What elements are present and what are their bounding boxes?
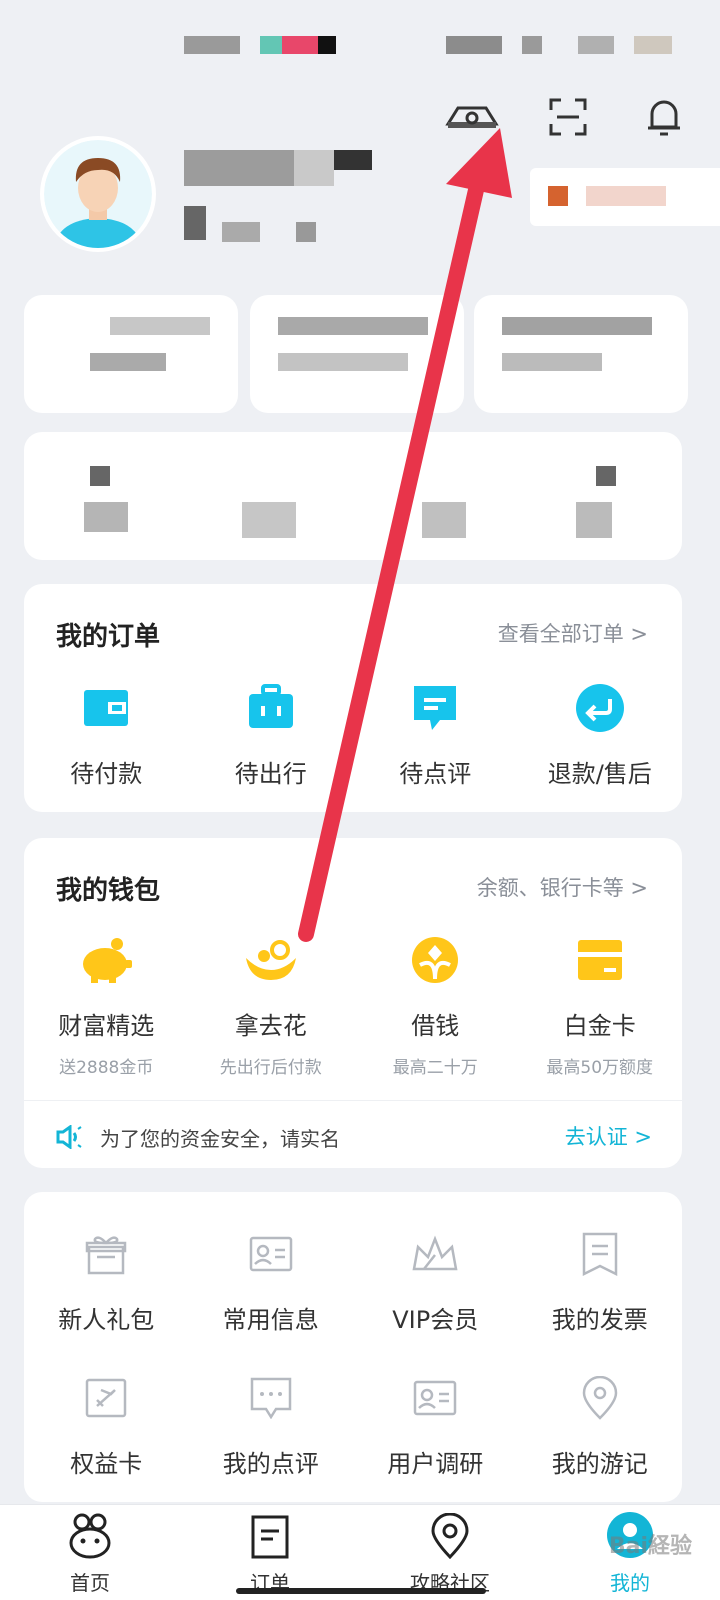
suitcase-icon xyxy=(247,684,295,736)
service-vip[interactable]: VIP会员 xyxy=(353,1226,518,1335)
invoice-icon xyxy=(582,1232,618,1280)
service-common-info[interactable]: 常用信息 xyxy=(189,1226,354,1335)
assets-card xyxy=(24,432,682,560)
coin-icon xyxy=(410,935,460,989)
gift-icon xyxy=(85,1233,127,1279)
card-icon xyxy=(576,938,624,986)
membership-chip[interactable] xyxy=(530,168,720,226)
orders-title: 我的订单 xyxy=(56,622,161,652)
stat-card-coupon[interactable] xyxy=(250,295,464,413)
service-travel-notes[interactable]: 我的游记 xyxy=(518,1370,683,1479)
header-actions xyxy=(442,95,694,139)
order-item-label: 待付款 xyxy=(70,760,143,788)
service-newcomer-gift[interactable]: 新人礼包 xyxy=(24,1226,189,1335)
wallet-item-sub: 先出行后付款 xyxy=(219,1058,322,1078)
tab-community[interactable]: 攻略社区 xyxy=(360,1505,540,1600)
wallet-item-sub: 最高50万额度 xyxy=(546,1058,654,1078)
flight-card-icon xyxy=(85,1378,127,1422)
tab-label: 我的 xyxy=(610,1571,650,1595)
order-icon xyxy=(251,1515,289,1563)
order-item-label: 待点评 xyxy=(399,760,472,788)
wallet-title: 我的钱包 xyxy=(56,876,161,906)
notice-text: 为了您的资金安全，请实名 xyxy=(100,1127,340,1151)
order-pending-payment[interactable]: 待付款 xyxy=(24,680,189,789)
wallet-item-sub: 最高二十万 xyxy=(392,1058,478,1078)
service-label: 我的发票 xyxy=(551,1306,648,1334)
refund-icon xyxy=(575,683,625,737)
scan-icon[interactable] xyxy=(538,95,598,139)
wallet-borrow[interactable]: 借钱 最高二十万 xyxy=(353,932,518,1078)
avatar[interactable] xyxy=(40,136,156,252)
view-all-orders-link[interactable]: 查看全部订单 > xyxy=(498,618,648,648)
service-label: 常用信息 xyxy=(222,1306,319,1334)
stat-card-balance[interactable] xyxy=(24,295,238,413)
id-card-icon xyxy=(249,1236,293,1276)
tab-orders[interactable]: 订单 xyxy=(180,1505,360,1600)
order-pending-trip[interactable]: 待出行 xyxy=(189,680,354,789)
tab-home[interactable]: 首页 xyxy=(0,1505,180,1600)
wallet-card: 我的钱包 余额、银行卡等 > 财富精选 送2888金币 拿去花 先出行后付款 借… xyxy=(24,838,682,1168)
wallet-item-label: 借钱 xyxy=(411,1012,460,1040)
tab-label: 首页 xyxy=(70,1571,110,1595)
service-user-survey[interactable]: 用户调研 xyxy=(353,1370,518,1479)
services-card: 新人礼包 常用信息 VIP会员 我的发票 权益卡 我的点评 用户调研 我的游记 xyxy=(24,1192,682,1502)
piggy-bank-icon xyxy=(79,936,133,988)
order-refund[interactable]: 退款/售后 xyxy=(518,680,683,789)
wallet-platinum-card[interactable]: 白金卡 最高50万额度 xyxy=(518,932,683,1078)
location-pin-icon xyxy=(582,1375,618,1424)
wallet-item-sub: 送2888金币 xyxy=(59,1058,154,1078)
crown-icon xyxy=(412,1235,458,1277)
wallet-item-label: 拿去花 xyxy=(234,1012,307,1040)
order-item-label: 退款/售后 xyxy=(547,760,652,788)
order-item-label: 待出行 xyxy=(234,760,307,788)
comment-icon xyxy=(412,684,458,736)
wallet-icon xyxy=(82,686,130,734)
service-label: VIP会员 xyxy=(392,1306,479,1334)
service-label: 我的点评 xyxy=(222,1450,319,1478)
service-label: 我的游记 xyxy=(551,1450,648,1478)
wallet-naquhua[interactable]: 拿去花 先出行后付款 xyxy=(189,932,354,1078)
home-indicator xyxy=(236,1588,486,1594)
speaker-icon xyxy=(56,1124,82,1153)
review-icon xyxy=(250,1377,292,1423)
survey-icon xyxy=(413,1380,457,1420)
flower-icon xyxy=(244,936,298,988)
service-label: 新人礼包 xyxy=(58,1306,155,1334)
camera-icon[interactable] xyxy=(442,95,502,139)
stat-card-points[interactable] xyxy=(474,295,688,413)
wallet-item-label: 白金卡 xyxy=(563,1012,636,1040)
map-pin-icon xyxy=(431,1512,469,1563)
service-benefit-card[interactable]: 权益卡 xyxy=(24,1370,189,1479)
wallet-item-label: 财富精选 xyxy=(58,1012,155,1040)
verify-link[interactable]: 去认证 > xyxy=(565,1121,652,1151)
wallet-balance-link[interactable]: 余额、银行卡等 > xyxy=(477,872,648,902)
service-invoice[interactable]: 我的发票 xyxy=(518,1226,683,1335)
service-label: 用户调研 xyxy=(387,1450,484,1478)
order-pending-review[interactable]: 待点评 xyxy=(353,680,518,789)
wallet-wealth[interactable]: 财富精选 送2888金币 xyxy=(24,932,189,1078)
service-my-reviews[interactable]: 我的点评 xyxy=(189,1370,354,1479)
real-name-notice[interactable]: 为了您的资金安全，请实名 去认证 > xyxy=(24,1100,682,1172)
orders-card: 我的订单 查看全部订单 > 待付款 待出行 待点评 退款/售后 xyxy=(24,584,682,812)
home-icon xyxy=(68,1513,112,1563)
service-label: 权益卡 xyxy=(70,1450,143,1478)
watermark: Bai経验 xyxy=(608,1534,692,1559)
bell-icon[interactable] xyxy=(634,95,694,139)
